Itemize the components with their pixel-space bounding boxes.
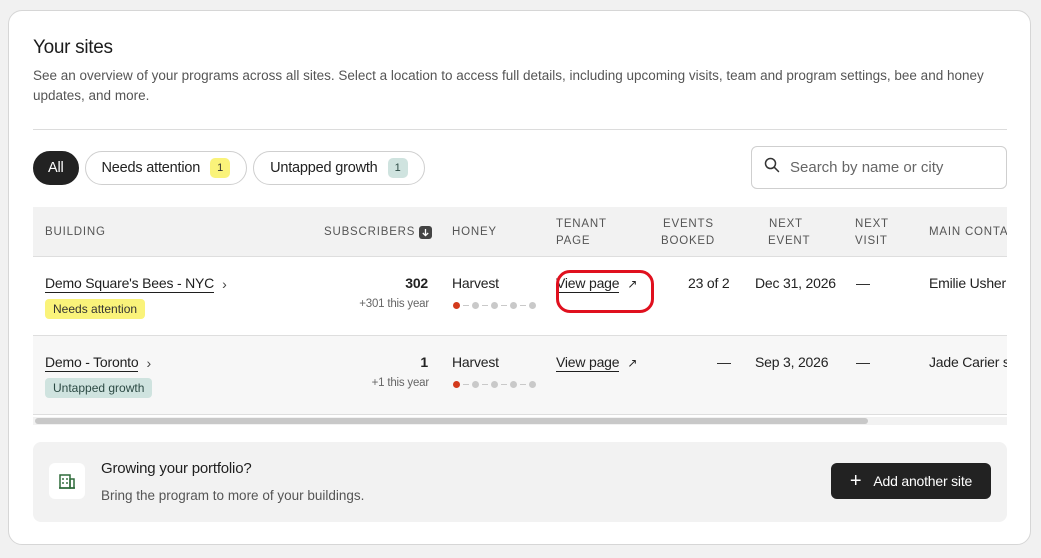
honey-status: Harvest bbox=[452, 354, 499, 370]
col-main-contact[interactable]: Main Contact bbox=[929, 224, 1007, 241]
status-tag: Untapped growth bbox=[45, 378, 153, 398]
filter-chips: All Needs attention 1 Untapped growth 1 bbox=[33, 151, 425, 185]
scrollbar-thumb[interactable] bbox=[35, 418, 868, 424]
col-next-event[interactable]: Next Event bbox=[768, 216, 810, 250]
col-tenant-page-line1: Tenant bbox=[556, 218, 607, 230]
building-icon bbox=[49, 463, 85, 499]
external-link-icon: ↗ bbox=[627, 356, 638, 370]
table-row[interactable]: Demo Square's Bees - NYC › Needs attenti… bbox=[33, 257, 1007, 336]
next-event: Dec 31, 2026 bbox=[755, 275, 836, 291]
search-icon bbox=[764, 157, 780, 178]
honey-progress bbox=[453, 381, 536, 388]
progress-step bbox=[510, 302, 517, 309]
page-title: Your sites bbox=[33, 37, 113, 58]
view-page-link[interactable]: View page ↗ bbox=[556, 354, 637, 372]
filter-untapped-growth-label: Untapped growth bbox=[270, 160, 378, 176]
building-link[interactable]: Demo Square's Bees - NYC › bbox=[45, 275, 227, 293]
untapped-growth-count: 1 bbox=[387, 158, 408, 178]
divider bbox=[33, 129, 1007, 130]
filter-all[interactable]: All bbox=[33, 151, 79, 185]
next-visit: — bbox=[856, 275, 870, 291]
subscriber-count: 302 bbox=[405, 275, 428, 291]
building-name[interactable]: Demo Square's Bees - NYC bbox=[45, 275, 214, 293]
search-input[interactable] bbox=[790, 159, 990, 176]
plus-icon: + bbox=[849, 470, 862, 492]
honey-status: Harvest bbox=[452, 275, 499, 291]
events-booked: 23 of 2 bbox=[688, 275, 730, 291]
progress-step bbox=[510, 381, 517, 388]
promo-title: Growing your portfolio? bbox=[101, 460, 252, 477]
filter-needs-attention-label: Needs attention bbox=[101, 160, 201, 176]
subscriber-delta: +301 this year bbox=[359, 298, 429, 310]
next-visit: — bbox=[856, 354, 870, 370]
col-next-visit-line2: Visit bbox=[855, 235, 888, 247]
next-event: Sep 3, 2026 bbox=[755, 354, 829, 370]
promo-banner: Growing your portfolio? Bring the progra… bbox=[33, 442, 1007, 522]
sites-card: Your sites See an overview of your progr… bbox=[8, 10, 1031, 545]
status-tag: Needs attention bbox=[45, 299, 146, 319]
progress-step bbox=[472, 381, 479, 388]
table-header: Building Subscribers Honey Tenant Page E… bbox=[33, 207, 1007, 257]
add-site-button[interactable]: + Add another site bbox=[831, 463, 991, 499]
sort-down-icon[interactable] bbox=[419, 226, 433, 239]
highlight-annotation bbox=[556, 270, 654, 313]
filter-all-label: All bbox=[48, 160, 64, 176]
search-box[interactable] bbox=[751, 146, 1007, 189]
col-building[interactable]: Building bbox=[45, 224, 106, 241]
col-honey[interactable]: Honey bbox=[452, 224, 497, 241]
main-contact: Jade Carier s bbox=[929, 354, 1007, 370]
progress-step bbox=[529, 302, 536, 309]
col-tenant-page[interactable]: Tenant Page bbox=[556, 216, 607, 250]
horizontal-scrollbar[interactable] bbox=[33, 417, 1007, 425]
table-row[interactable]: Demo - Toronto › Untapped growth 1 +1 th… bbox=[33, 336, 1007, 415]
progress-step-active bbox=[453, 302, 460, 309]
progress-step bbox=[491, 302, 498, 309]
chevron-right-icon: › bbox=[222, 276, 227, 292]
col-events-booked[interactable]: Events Booked bbox=[661, 216, 715, 250]
progress-step bbox=[529, 381, 536, 388]
chevron-right-icon: › bbox=[146, 355, 151, 371]
progress-step bbox=[491, 381, 498, 388]
sites-table: Building Subscribers Honey Tenant Page E… bbox=[33, 207, 1007, 415]
col-next-event-line2: Event bbox=[768, 235, 811, 247]
col-events-line1: Events bbox=[663, 218, 714, 230]
col-subscribers-label: Subscribers bbox=[324, 226, 416, 238]
needs-attention-count: 1 bbox=[210, 158, 231, 178]
col-next-visit[interactable]: Next Visit bbox=[855, 216, 889, 250]
col-next-event-line1: Next bbox=[769, 218, 803, 230]
building-name[interactable]: Demo - Toronto bbox=[45, 354, 139, 372]
events-booked: — bbox=[717, 354, 731, 370]
building-link[interactable]: Demo - Toronto › bbox=[45, 354, 151, 372]
progress-step bbox=[472, 302, 479, 309]
view-page-label[interactable]: View page bbox=[556, 354, 620, 372]
col-tenant-page-line2: Page bbox=[556, 235, 591, 247]
subscriber-count: 1 bbox=[420, 354, 428, 370]
filter-needs-attention[interactable]: Needs attention 1 bbox=[84, 151, 248, 185]
col-next-visit-line1: Next bbox=[855, 218, 889, 230]
progress-step-active bbox=[453, 381, 460, 388]
subscriber-delta: +1 this year bbox=[371, 377, 430, 389]
promo-text: Bring the program to more of your buildi… bbox=[101, 488, 365, 503]
filter-untapped-growth[interactable]: Untapped growth 1 bbox=[253, 151, 425, 185]
col-events-line2: Booked bbox=[661, 235, 716, 247]
main-contact: Emilie Usher bbox=[929, 275, 1006, 291]
col-subscribers[interactable]: Subscribers bbox=[324, 224, 433, 241]
page-description: See an overview of your programs across … bbox=[33, 68, 984, 103]
honey-progress bbox=[453, 302, 536, 309]
add-site-label: Add another site bbox=[873, 473, 973, 489]
